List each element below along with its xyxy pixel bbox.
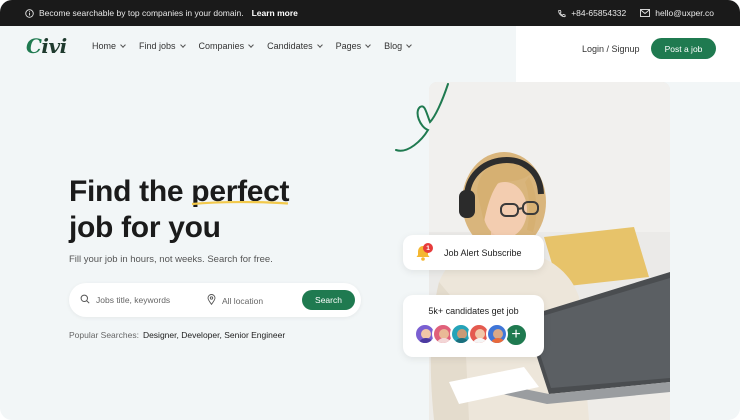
popular-searches: Popular Searches: Designer, Developer, Se… [69, 330, 285, 340]
hero-title: Find the perfect job for you [69, 174, 290, 246]
hero-highlight-word: perfect [191, 175, 290, 208]
nav-blog[interactable]: Blog [384, 41, 413, 51]
nav-candidates[interactable]: Candidates [267, 41, 323, 51]
hero-title-line-2: job for you [69, 211, 221, 244]
contact-info: +84-65854332 hello@uxper.co [557, 0, 714, 26]
main-nav: Home Find jobs Companies Candidates Page… [92, 41, 413, 51]
location-pin-icon [207, 294, 216, 307]
popular-label: Popular Searches: [69, 330, 139, 340]
phone-icon [557, 9, 566, 18]
keyword-field[interactable]: Jobs title, keywords [80, 294, 170, 306]
hero-subtitle: Fill your job in hours, not weeks. Searc… [69, 254, 273, 265]
nav-find-jobs[interactable]: Find jobs [139, 41, 186, 51]
nav-pages[interactable]: Pages [336, 41, 371, 51]
top-bar: Become searchable by top companies in yo… [0, 0, 740, 26]
chevron-down-icon [248, 42, 254, 48]
nav-companies[interactable]: Companies [199, 41, 254, 51]
search-button[interactable]: Search [302, 290, 355, 310]
chevron-down-icon [120, 42, 126, 48]
phone-number: +84-65854332 [571, 8, 627, 18]
post-job-button[interactable]: Post a job [651, 38, 716, 59]
search-icon [80, 294, 90, 306]
job-alert-text: Job Alert Subscribe [444, 248, 522, 258]
learn-more-link[interactable]: Learn more [252, 8, 298, 18]
alert-count-badge: 1 [423, 243, 433, 253]
phone-contact[interactable]: +84-65854332 [557, 8, 626, 18]
chevron-down-icon [179, 42, 186, 48]
candidates-card: 5k+ candidates get job + [403, 295, 544, 357]
mail-icon [640, 9, 651, 17]
login-signup-link[interactable]: Login / Signup [582, 44, 640, 54]
chevron-down-icon [365, 42, 371, 48]
location-field[interactable]: All location [207, 294, 263, 307]
avatar-group: + [414, 323, 528, 347]
keyword-placeholder: Jobs title, keywords [96, 295, 171, 305]
page-frame: Become searchable by top companies in yo… [0, 0, 740, 420]
announcement-text: Become searchable by top companies in yo… [39, 8, 244, 18]
job-search-bar: Jobs title, keywords All location Search [69, 283, 361, 317]
location-placeholder: All location [222, 295, 264, 306]
decorative-scribble [395, 83, 449, 152]
site-logo[interactable]: Civi [26, 34, 67, 58]
job-alert-card[interactable]: 1 Job Alert Subscribe [403, 235, 544, 270]
chevron-down-icon [406, 42, 413, 48]
avatar [486, 323, 508, 345]
chevron-down-icon [316, 42, 323, 48]
email-contact[interactable]: hello@uxper.co [640, 8, 714, 18]
popular-values[interactable]: Designer, Developer, Senior Engineer [143, 330, 285, 340]
candidates-text: 5k+ candidates get job [428, 306, 519, 316]
email-address: hello@uxper.co [655, 8, 714, 18]
nav-home[interactable]: Home [92, 41, 126, 51]
announcement: Become searchable by top companies in yo… [25, 0, 298, 26]
info-icon [25, 8, 34, 18]
highlight-underline [192, 200, 289, 206]
hero-title-line-1: Find the perfect [69, 175, 290, 208]
